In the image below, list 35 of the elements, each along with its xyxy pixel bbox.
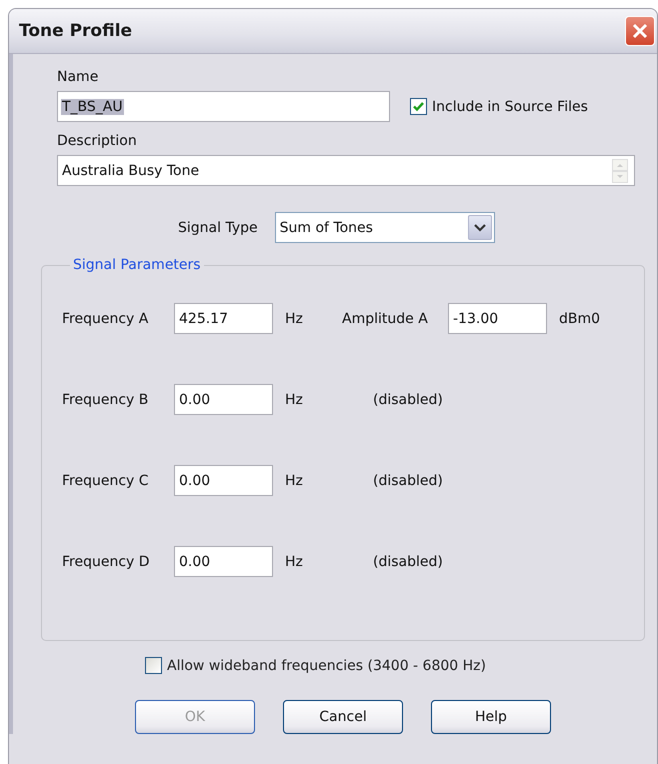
field-label: Amplitude A <box>342 310 429 326</box>
unit-label: Hz <box>285 554 304 570</box>
frequency-field[interactable]: 0.00 <box>174 384 273 415</box>
unit-label: Hz <box>285 472 304 488</box>
field-label: Frequency A <box>62 310 150 326</box>
field-label: Description <box>57 132 138 150</box>
unit-label: Hz <box>285 392 304 408</box>
frequency-field[interactable]: 0.00 <box>174 546 273 577</box>
window-title: Tone Profile <box>19 21 132 41</box>
close-button[interactable] <box>625 16 655 46</box>
field-label: Frequency C <box>62 472 150 488</box>
unit-label: dBm0 <box>559 310 602 326</box>
status-label: (disabled) <box>373 472 443 488</box>
checkbox-label: Allow wideband frequencies (3400 - 6800 Hz) <box>167 658 486 674</box>
status-label: (disabled) <box>373 554 443 570</box>
field-label: Signal Type <box>178 220 258 236</box>
checkbox[interactable] <box>145 657 162 674</box>
field-label: Frequency D <box>62 554 151 570</box>
status-label: (disabled) <box>373 392 443 408</box>
description-field[interactable]: Australia Busy Tone <box>57 155 635 186</box>
frequency-field[interactable]: 425.17 <box>174 303 273 334</box>
amplitude-field[interactable]: -13.00 <box>448 303 547 334</box>
checkbox[interactable] <box>410 98 427 115</box>
frequency-field[interactable]: 0.00 <box>174 465 273 496</box>
dialog-button[interactable]: Cancel <box>283 700 403 734</box>
name-field[interactable]: T_BS_AU <box>57 91 390 122</box>
scroll-arrows-icon <box>612 158 628 182</box>
field-label: Name <box>57 68 100 86</box>
field-label: Frequency B <box>62 392 150 408</box>
group-title: Signal Parameters <box>72 257 202 273</box>
unit-label: Hz <box>285 310 304 326</box>
signal-type-dropdown[interactable]: Sum of Tones <box>274 212 495 243</box>
dialog-button[interactable]: Help <box>431 700 551 734</box>
checkbox-label: Include in Source Files <box>432 98 588 114</box>
close-icon <box>630 21 650 41</box>
